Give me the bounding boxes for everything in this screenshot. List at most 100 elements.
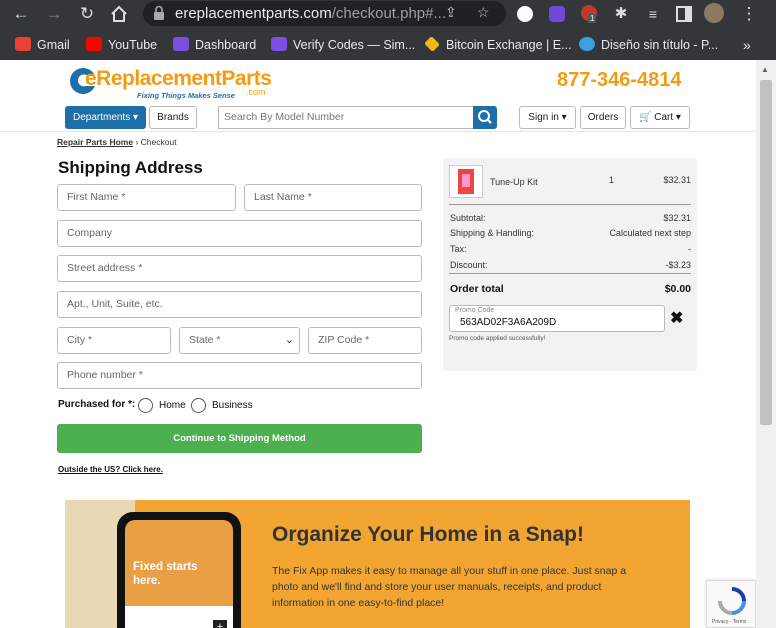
city-field[interactable]: City * (57, 327, 171, 354)
item-name: Tune-Up Kit (490, 177, 538, 187)
breadcrumb-home-link[interactable]: Repair Parts Home (57, 137, 133, 147)
discount-value: -$3.23 (665, 260, 691, 270)
order-summary: Tune-Up Kit 1 $32.31 Subtotal: $32.31 Sh… (443, 158, 697, 371)
last-name-field[interactable]: Last Name * (244, 184, 422, 211)
search-button[interactable] (473, 106, 497, 129)
product-thumbnail (449, 165, 483, 198)
canva-icon (579, 37, 595, 51)
page-scrollbar[interactable]: ▲ (756, 60, 776, 628)
binance-icon (424, 36, 440, 52)
logo-text: eReplacementParts (85, 67, 272, 90)
bookmark-youtube[interactable]: YouTube (86, 36, 157, 54)
company-field[interactable]: Company (57, 220, 422, 247)
summary-divider (449, 204, 691, 205)
youtube-icon (86, 37, 102, 51)
url-text: ereplacementparts.com/checkout.php#... (175, 5, 446, 22)
media-control-icon[interactable]: ≡ (642, 3, 664, 25)
first-name-field[interactable]: First Name * (57, 184, 236, 211)
twitch-extension-icon[interactable] (549, 6, 565, 22)
purchased-for-label: Purchased for *: (58, 399, 136, 410)
bookmark-bitcoin[interactable]: Bitcoin Exchange | E... (424, 36, 572, 54)
tax-value: - (688, 244, 691, 254)
recaptcha-terms[interactable]: Privacy - Terms (712, 619, 746, 625)
star-icon[interactable]: ☆ (477, 4, 490, 21)
site-logo[interactable]: eReplacementParts .com Fixing Things Mak… (68, 66, 273, 102)
adblock-icon[interactable]: 1 (581, 5, 597, 23)
reload-icon[interactable]: ↻ (76, 3, 98, 25)
bookmark-verify-codes[interactable]: Verify Codes — Sim... (271, 36, 415, 54)
order-total-value: $0.00 (664, 283, 691, 295)
home-radio[interactable] (138, 398, 153, 413)
logo-tagline: Fixing Things Makes Sense (137, 91, 235, 100)
scrollbar-thumb[interactable] (760, 80, 772, 425)
subtotal-value: $32.31 (663, 213, 691, 223)
extension-icon[interactable] (517, 6, 533, 22)
brands-button[interactable]: Brands (149, 106, 197, 129)
bookmark-canva[interactable]: Diseño sin título - P... (579, 36, 718, 54)
header-divider (0, 131, 756, 132)
shipping-label: Shipping & Handling: (450, 228, 535, 238)
gmail-icon (15, 37, 31, 51)
lock-icon (154, 5, 164, 20)
sign-in-button[interactable]: Sign in ▾ (519, 106, 576, 129)
bookmark-gmail[interactable]: Gmail (15, 36, 70, 54)
cart-button[interactable]: 🛒 Cart ▾ (630, 106, 690, 129)
phone-field[interactable]: Phone number * (57, 362, 422, 389)
discount-label: Discount: (450, 260, 488, 270)
phone-number[interactable]: 877-346-4814 (557, 69, 682, 92)
recaptcha-icon (718, 587, 746, 615)
bookmark-dashboard[interactable]: Dashboard (173, 36, 256, 54)
promo-banner[interactable]: Fixed starts here. + Organize Your Home … (65, 500, 690, 628)
zip-field[interactable]: ZIP Code * (308, 327, 422, 354)
item-qty: 1 (609, 175, 615, 185)
cart-icon: 🛒 (639, 112, 652, 123)
browser-toolbar: ← → ↻ ereplacementparts.com/checkout.php… (0, 0, 776, 28)
page-content: eReplacementParts .com Fixing Things Mak… (0, 60, 756, 628)
share-icon[interactable]: ⇪ (445, 4, 457, 21)
tax-label: Tax: (450, 244, 467, 254)
breadcrumb-current: Checkout (140, 137, 177, 147)
summary-divider (449, 273, 691, 274)
banner-heading: Organize Your Home in a Snap! (272, 523, 584, 546)
recaptcha-badge[interactable]: Privacy - Terms (706, 580, 756, 628)
menu-icon[interactable]: ⋮ (738, 3, 760, 25)
item-price: $32.31 (663, 175, 691, 185)
profile-avatar[interactable] (704, 3, 724, 23)
adblock-badge: 1 (588, 14, 597, 23)
outside-us-link[interactable]: Outside the US? Click here. (58, 465, 163, 474)
orders-button[interactable]: Orders (580, 106, 626, 129)
departments-button[interactable]: Departments ▾ (65, 106, 146, 129)
street-address-field[interactable]: Street address * (57, 255, 422, 282)
remove-promo-icon[interactable]: ✖ (670, 308, 683, 328)
shipping-title: Shipping Address (58, 158, 203, 177)
breadcrumb: Repair Parts Home › Checkout (57, 137, 177, 147)
plus-icon: + (213, 620, 227, 628)
promo-success-message: Promo code applied successfully! (449, 335, 546, 342)
promo-code-input[interactable]: Promo Code 563AD02F3A6A209D (449, 305, 665, 332)
phone-mockup-image: Fixed starts here. + (117, 512, 241, 628)
order-total-label: Order total (450, 283, 504, 295)
subtotal-label: Subtotal: (450, 213, 486, 223)
bookmarks-overflow[interactable]: » (743, 36, 751, 54)
state-select[interactable]: State * ⌄ (179, 327, 300, 354)
phone-screen-text: Fixed starts here. (133, 561, 198, 587)
search-icon (478, 110, 492, 124)
home-radio-label: Home (159, 400, 186, 411)
home-icon[interactable] (108, 3, 130, 25)
address-bar[interactable]: ereplacementparts.com/checkout.php#... ⇪… (143, 1, 506, 26)
shipping-value: Calculated next step (609, 228, 691, 238)
dashboard-icon (173, 37, 189, 51)
continue-shipping-button[interactable]: Continue to Shipping Method (57, 424, 422, 453)
verify-codes-icon (271, 37, 287, 51)
side-panel-icon[interactable] (673, 3, 695, 25)
scroll-up-icon[interactable]: ▲ (761, 65, 769, 74)
business-radio-label: Business (212, 400, 253, 411)
back-icon[interactable]: ← (10, 3, 32, 25)
chevron-down-icon: ⌄ (284, 334, 294, 346)
forward-icon[interactable]: → (43, 3, 65, 25)
business-radio[interactable] (191, 398, 206, 413)
apt-field[interactable]: Apt., Unit, Suite, etc. (57, 291, 422, 318)
search-input[interactable]: Search By Model Number (218, 106, 474, 129)
puzzle-icon[interactable]: ✱ (610, 3, 632, 25)
logo-tld: .com (246, 87, 266, 97)
